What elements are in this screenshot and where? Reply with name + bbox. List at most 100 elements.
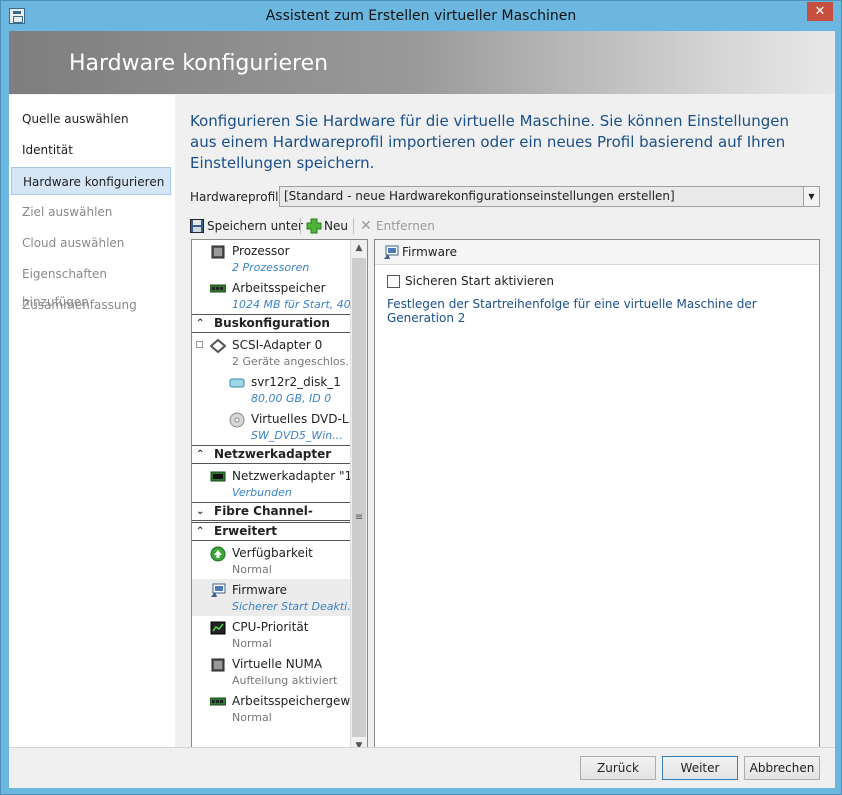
step-eigenschaften-hinzufuegen: Eigenschaften hinzufügen (22, 267, 108, 309)
firmware-icon (384, 245, 399, 259)
collapse-chevron-icon: ⌃ (196, 526, 205, 537)
step-identitaet[interactable]: Identität (11, 136, 171, 164)
tree-item-value: SW_DVD5_Win... (251, 429, 343, 442)
tree-item-value: 1024 MB für Start, 40... (232, 298, 351, 311)
grip-icon: ≡ (354, 512, 364, 523)
tree-item-memory-weight[interactable]: Arbeitsspeichergew... Normal (192, 690, 351, 727)
cancel-button[interactable]: Abbrechen (744, 756, 820, 780)
page-title: Hardware konfigurieren (69, 51, 329, 76)
tree-item-value: Verbunden (232, 486, 292, 499)
step-hardware-konfigurieren[interactable]: Hardware konfigurieren (11, 167, 171, 195)
scrollbar-thumb[interactable]: ≡ (352, 258, 366, 737)
tree-item-label: SCSI-Adapter 0 (232, 338, 323, 352)
secure-boot-checkbox[interactable] (387, 275, 400, 288)
hardware-profile-label: Hardwareprofil: (190, 190, 283, 204)
hardware-profile-value: [Standard - neue Hardwarekonfigurationse… (284, 189, 675, 203)
processor-icon (211, 245, 225, 259)
tree-item-network-adapter[interactable]: Netzwerkadapter "1" Verbunden (192, 465, 351, 502)
header-banner: Hardware konfigurieren (9, 31, 835, 94)
tree-item-label: CPU-Priorität (232, 620, 309, 634)
next-button[interactable]: Weiter (662, 756, 738, 780)
tree-item-value: Normal (232, 563, 272, 576)
dropdown-arrow-icon[interactable]: ▼ (803, 187, 819, 206)
wizard-steps-sidebar: Quelle auswählen Identität Hardware konf… (9, 95, 175, 747)
memory-icon (210, 284, 226, 293)
step-ziel-auswaehlen: Ziel auswählen (22, 205, 113, 219)
tree-item-label: Virtuelle NUMA (232, 657, 323, 671)
network-adapter-icon (210, 471, 226, 482)
remove-icon: ✕ (360, 218, 372, 234)
tree-item-label: Arbeitsspeicher (232, 281, 326, 295)
close-button[interactable]: ✕ (807, 2, 833, 21)
section-header-label: Buskonfiguration (214, 316, 330, 330)
section-header-erweitert[interactable]: ⌃ Erweitert (192, 522, 351, 541)
detail-panel: Firmware Sicheren Start aktivieren Festl… (374, 239, 820, 756)
hardware-tree: Prozessor 2 Prozessoren Arbeitsspeicher … (191, 239, 368, 756)
tree-item-value: Sicherer Start Deakti... (232, 600, 351, 613)
tree-item-firmware[interactable]: Firmware Sicherer Start Deakti... (192, 579, 351, 616)
section-header-fibre-channel[interactable]: ⌄ Fibre Channel-Adapter (192, 502, 351, 535)
memory-weight-icon (210, 697, 226, 706)
hardware-toolbar: Speichern unter Neu ✕ Entfernen (190, 215, 820, 237)
secure-boot-label[interactable]: Sicheren Start aktivieren (405, 274, 554, 288)
save-icon (190, 219, 204, 233)
tree-item-availability[interactable]: Verfügbarkeit Normal (192, 542, 351, 579)
add-icon (306, 218, 322, 234)
tree-item-value: 2 Geräte angeschlos... (232, 355, 351, 368)
wizard-window: Assistent zum Erstellen virtueller Masch… (0, 0, 842, 795)
scroll-up-icon[interactable]: ▲ (351, 240, 367, 257)
cpu-priority-icon (210, 621, 226, 635)
client-area: Hardware konfigurieren Quelle auswählen … (9, 31, 835, 788)
tree-item-value: Normal (232, 711, 272, 724)
step-zusammenfassung: Zusammenfassung (22, 298, 137, 312)
hard-disk-icon (229, 378, 245, 388)
detail-header: Firmware (375, 240, 819, 265)
tree-item-label: Arbeitsspeichergew... (232, 694, 351, 708)
tree-item-label: Verfügbarkeit (232, 546, 313, 560)
numa-icon (211, 658, 225, 672)
step-quelle-auswaehlen[interactable]: Quelle auswählen (11, 105, 171, 133)
tree-item-scsi-adapter[interactable]: SCSI-Adapter 0 2 Geräte angeschlos... (192, 334, 351, 371)
tree-item-memory[interactable]: Arbeitsspeicher 1024 MB für Start, 40... (192, 277, 351, 314)
title-bar: Assistent zum Erstellen virtueller Masch… (1, 1, 841, 31)
tree-item-disk[interactable]: svr12r2_disk_1 80,00 GB, ID 0 (192, 371, 351, 408)
back-button[interactable]: Zurück (580, 756, 656, 780)
tree-item-label: Netzwerkadapter "1" (232, 469, 351, 483)
toolbar-separator (353, 218, 354, 234)
tree-item-value: Normal (232, 637, 272, 650)
new-button[interactable]: Neu (324, 217, 348, 235)
tree-item-value: Aufteilung aktiviert (232, 674, 338, 687)
section-header-label: Erweitert (214, 524, 277, 538)
boot-order-link[interactable]: Festlegen der Startreihenfolge für eine … (387, 297, 819, 325)
scsi-adapter-icon (210, 338, 226, 354)
save-as-button[interactable]: Speichern unter (207, 217, 303, 235)
tree-item-label: svr12r2_disk_1 (251, 375, 341, 389)
collapse-chevron-icon: ⌃ (196, 449, 205, 460)
tree-item-label: Firmware (232, 583, 287, 597)
hardware-profile-select[interactable]: [Standard - neue Hardwarekonfigurationse… (279, 186, 820, 207)
tree-scrollbar[interactable]: ▲ ≡ ▼ (350, 240, 367, 755)
section-header-netzwerkadapter[interactable]: ⌃ Netzwerkadapter (192, 445, 351, 464)
dvd-disc-icon (229, 412, 245, 428)
tree-item-virtual-numa[interactable]: Virtuelle NUMA Aufteilung aktiviert (192, 653, 351, 690)
detail-title: Firmware (402, 245, 457, 259)
tree-item-label: Virtuelles DVD-L... (251, 412, 351, 426)
tree-item-label: Prozessor (232, 244, 290, 258)
window-title: Assistent zum Erstellen virtueller Masch… (265, 8, 577, 24)
section-header-label: Netzwerkadapter (214, 447, 332, 461)
step-cloud-auswaehlen: Cloud auswählen (22, 236, 125, 250)
main-content: Konfigurieren Sie Hardware für die virtu… (175, 95, 835, 756)
expand-chevron-icon: ⌄ (196, 506, 205, 517)
tree-item-cpu-priority[interactable]: CPU-Priorität Normal (192, 616, 351, 653)
tree-item-value: 80,00 GB, ID 0 (251, 392, 332, 405)
tree-item-dvd-drive[interactable]: Virtuelles DVD-L... SW_DVD5_Win... (192, 408, 351, 445)
toolbar-separator (300, 218, 301, 234)
tree-item-value: 2 Prozessoren (232, 261, 310, 274)
tree-item-processor[interactable]: Prozessor 2 Prozessoren (192, 240, 351, 277)
expand-toggle-icon[interactable] (196, 341, 203, 348)
remove-button: Entfernen (376, 219, 435, 233)
collapse-chevron-icon: ⌃ (196, 318, 205, 329)
section-header-buskonfiguration[interactable]: ⌃ Buskonfiguration (192, 314, 351, 333)
wizard-footer: Zurück Weiter Abbrechen (9, 747, 835, 788)
firmware-icon (211, 583, 226, 597)
